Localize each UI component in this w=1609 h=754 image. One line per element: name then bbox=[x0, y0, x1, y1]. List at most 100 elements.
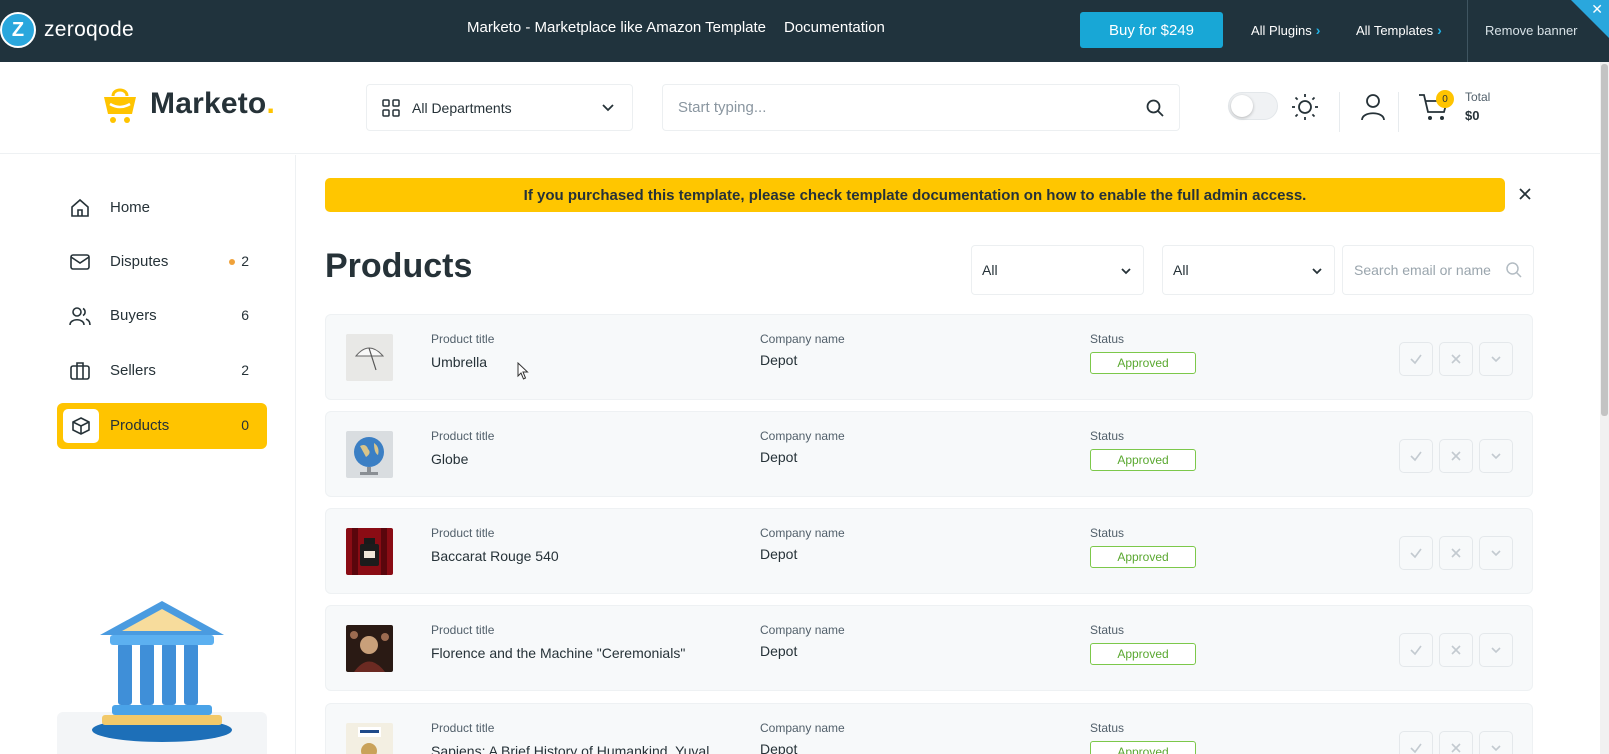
product-title: Baccarat Rouge 540 bbox=[431, 548, 559, 564]
chevron-down-icon bbox=[1491, 745, 1501, 752]
search-icon[interactable] bbox=[1505, 261, 1523, 279]
chevron-down-icon bbox=[1121, 268, 1131, 275]
all-plugins-label: All Plugins bbox=[1251, 22, 1312, 38]
reject-button[interactable] bbox=[1439, 633, 1473, 667]
table-row[interactable]: Product title Globe Company name Depot S… bbox=[325, 411, 1533, 497]
expand-button[interactable] bbox=[1479, 342, 1513, 376]
check-icon bbox=[1410, 354, 1422, 365]
table-row[interactable]: Product title Sapiens: A Brief History o… bbox=[325, 703, 1533, 754]
users-icon bbox=[69, 307, 91, 326]
product-search-input[interactable]: Search email or name bbox=[1342, 245, 1534, 295]
all-templates-label: All Templates bbox=[1356, 22, 1434, 38]
reject-button[interactable] bbox=[1439, 731, 1473, 754]
admin-access-notice: If you purchased this template, please c… bbox=[325, 178, 1505, 212]
search-icon[interactable] bbox=[1145, 98, 1165, 118]
banner-close-corner[interactable] bbox=[1571, 0, 1609, 38]
approve-button[interactable] bbox=[1399, 633, 1433, 667]
product-title: Umbrella bbox=[431, 354, 488, 370]
company-name-label: Company name bbox=[760, 526, 845, 540]
table-row[interactable]: Product title Florence and the Machine "… bbox=[325, 605, 1533, 691]
company-name: Depot bbox=[760, 352, 798, 368]
filter-dropdown-1[interactable]: All bbox=[971, 245, 1144, 295]
approve-button[interactable] bbox=[1399, 731, 1433, 754]
company-name: Depot bbox=[760, 546, 798, 562]
sidebar-item-home[interactable]: Home bbox=[57, 185, 267, 231]
user-icon[interactable] bbox=[1360, 93, 1386, 121]
sidebar-item-count: 2 bbox=[241, 253, 249, 269]
product-thumbnail bbox=[346, 431, 393, 478]
chevron-down-icon bbox=[602, 104, 614, 112]
sidebar: Home Disputes 2 Buyers 6 Sellers 2 Produ… bbox=[0, 155, 296, 754]
grid-icon bbox=[382, 98, 400, 117]
reject-button[interactable] bbox=[1439, 536, 1473, 570]
header-search-placeholder: Start typing... bbox=[678, 99, 767, 116]
umbrella-image-icon bbox=[346, 334, 393, 381]
status-label: Status bbox=[1090, 526, 1125, 540]
zeroqode-logo[interactable]: Z zeroqode bbox=[0, 12, 134, 48]
all-templates-link[interactable]: All Templates › bbox=[1356, 22, 1442, 38]
sidebar-item-sellers[interactable]: Sellers 2 bbox=[57, 348, 267, 394]
approve-button[interactable] bbox=[1399, 536, 1433, 570]
shopping-bag-icon bbox=[104, 88, 136, 123]
remove-banner-link[interactable]: Remove banner bbox=[1485, 23, 1578, 38]
filter-value: All bbox=[1173, 262, 1189, 278]
all-plugins-link[interactable]: All Plugins › bbox=[1251, 22, 1320, 38]
expand-button[interactable] bbox=[1479, 633, 1513, 667]
expand-button[interactable] bbox=[1479, 536, 1513, 570]
sidebar-item-buyers[interactable]: Buyers 6 bbox=[57, 293, 267, 339]
promo-template-title[interactable]: Marketo - Marketplace like Amazon Templa… bbox=[467, 19, 766, 36]
close-icon bbox=[1451, 451, 1461, 461]
approve-button[interactable] bbox=[1399, 439, 1433, 473]
brand-logo[interactable]: Marketo. bbox=[100, 84, 275, 124]
home-icon bbox=[71, 198, 89, 217]
promo-banner: Z zeroqode Marketo - Marketplace like Am… bbox=[0, 0, 1609, 62]
toggle-knob bbox=[1231, 95, 1253, 117]
approve-button[interactable] bbox=[1399, 342, 1433, 376]
mouse-cursor-icon bbox=[517, 362, 529, 380]
theme-toggle[interactable] bbox=[1228, 92, 1278, 120]
status-label: Status bbox=[1090, 332, 1125, 346]
album-cover-image-icon bbox=[346, 625, 393, 672]
cart-total-value: $0 bbox=[1465, 108, 1480, 123]
filter-dropdown-2[interactable]: All bbox=[1162, 245, 1335, 295]
sun-icon[interactable] bbox=[1290, 92, 1320, 122]
status-badge: Approved bbox=[1090, 546, 1196, 568]
check-icon bbox=[1410, 743, 1422, 754]
sidebar-item-disputes[interactable]: Disputes 2 bbox=[57, 239, 267, 285]
expand-button[interactable] bbox=[1479, 439, 1513, 473]
notice-close-button[interactable] bbox=[1515, 180, 1535, 208]
promo-documentation-link[interactable]: Documentation bbox=[784, 19, 885, 36]
sidebar-item-products[interactable]: Products 0 bbox=[57, 403, 267, 449]
sidebar-item-label: Disputes bbox=[110, 253, 169, 270]
filter-value: All bbox=[982, 262, 998, 278]
box-icon bbox=[72, 417, 90, 435]
product-title: Florence and the Machine "Ceremonials" bbox=[431, 645, 686, 661]
cart-total-label: Total bbox=[1465, 90, 1491, 104]
close-icon bbox=[1451, 743, 1461, 753]
chevron-down-icon bbox=[1312, 268, 1322, 275]
page-title: Products bbox=[325, 247, 473, 285]
page-scrollbar[interactable] bbox=[1600, 62, 1609, 754]
buy-button[interactable]: Buy for $249 bbox=[1080, 12, 1223, 48]
table-row[interactable]: Product title Umbrella Company name Depo… bbox=[325, 314, 1533, 400]
table-row[interactable]: Product title Baccarat Rouge 540 Company… bbox=[325, 508, 1533, 594]
cart-count-badge: 0 bbox=[1436, 90, 1454, 108]
reject-button[interactable] bbox=[1439, 439, 1473, 473]
departments-label: All Departments bbox=[412, 99, 512, 116]
status-label: Status bbox=[1090, 721, 1125, 735]
product-title-label: Product title bbox=[431, 623, 495, 637]
company-name: Depot bbox=[760, 449, 798, 465]
company-name: Depot bbox=[760, 643, 798, 659]
expand-button[interactable] bbox=[1479, 731, 1513, 754]
header-search-input[interactable]: Start typing... bbox=[662, 84, 1180, 131]
briefcase-icon bbox=[70, 362, 90, 380]
reject-button[interactable] bbox=[1439, 342, 1473, 376]
departments-dropdown[interactable]: All Departments bbox=[366, 84, 633, 131]
product-title-label: Product title bbox=[431, 332, 495, 346]
product-title-label: Product title bbox=[431, 526, 495, 540]
status-badge: Approved bbox=[1090, 643, 1196, 665]
scrollbar-thumb[interactable] bbox=[1601, 64, 1608, 416]
close-icon[interactable]: ✕ bbox=[1591, 1, 1603, 18]
perfume-image-icon bbox=[346, 528, 393, 575]
company-name-label: Company name bbox=[760, 721, 845, 735]
